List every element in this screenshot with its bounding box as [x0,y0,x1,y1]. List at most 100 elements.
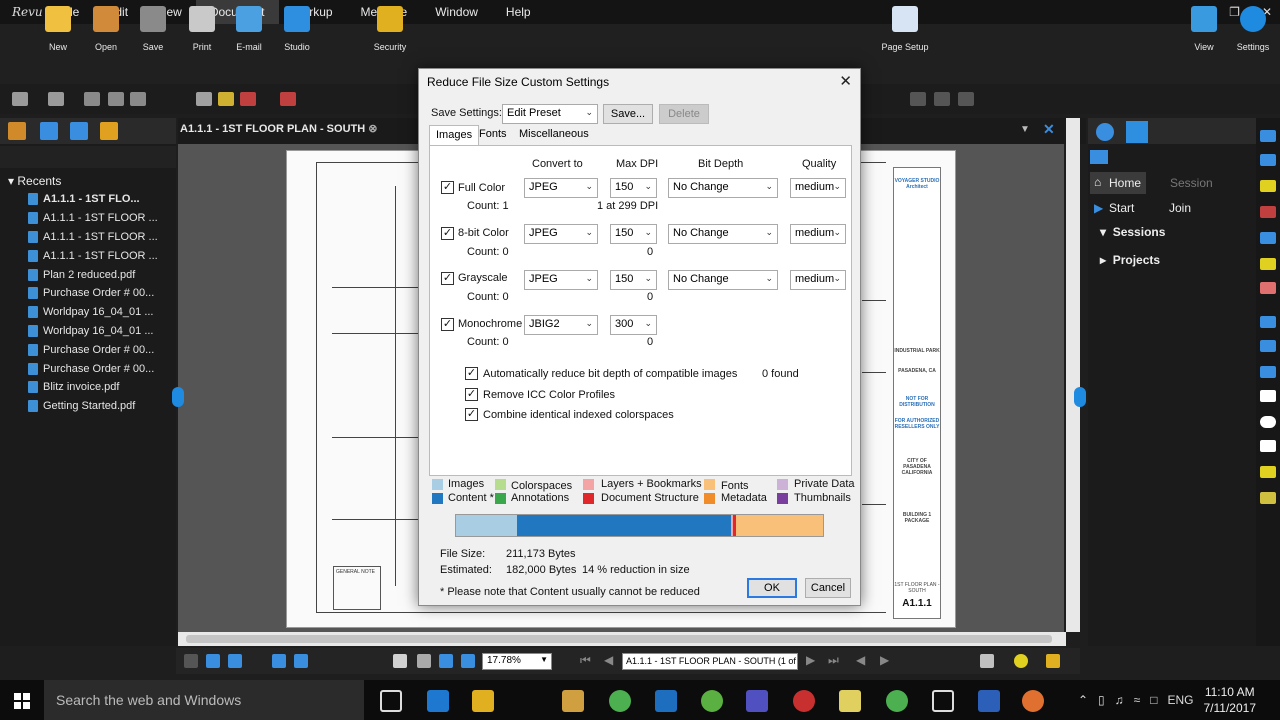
grayscale-convert-select[interactable]: JPEG ⌄ [524,270,598,290]
list-item[interactable]: Plan 2 reduced.pdf [28,265,176,284]
edge-icon[interactable] [427,690,449,712]
list-item[interactable]: A1.1.1 - 1ST FLO... [28,190,176,209]
first-page-icon[interactable]: ⏮ [580,653,591,668]
studio-icon[interactable] [1126,121,1148,143]
list-item[interactable]: Purchase Order # 00... [28,340,176,359]
full-color-dpi-select[interactable]: 150 ⌄ [610,178,657,198]
cancel-button[interactable]: Cancel [805,578,851,598]
outlook-icon[interactable] [655,690,677,712]
insert-page-icon[interactable] [196,92,212,106]
pen-icon[interactable] [40,122,58,140]
close-icon[interactable]: ✕ [839,72,852,90]
ok-button[interactable]: OK [747,578,797,598]
polygon-icon[interactable] [1260,440,1276,452]
list-item[interactable]: Worldpay 16_04_01 ... [28,322,176,341]
scrollbar-thumb[interactable] [186,635,1052,643]
volume-icon[interactable]: ♫ [1115,693,1124,707]
previous-page-icon[interactable]: ◀ [604,653,613,667]
list-item[interactable]: A1.1.1 - 1ST FLOOR ... [28,209,176,228]
rectangle-icon[interactable] [1260,390,1276,402]
app-icon[interactable] [932,690,954,712]
app-icon[interactable] [793,690,815,712]
media-player-icon[interactable] [562,690,584,712]
8bit-color-convert-select[interactable]: JPEG ⌄ [524,224,598,244]
vertical-scrollbar[interactable] [1066,118,1080,632]
highlighter-icon[interactable] [1260,258,1276,270]
stamp-icon[interactable] [1260,206,1276,218]
align-right-icon[interactable] [958,92,974,106]
chrome-icon[interactable] [886,690,908,712]
tab-miscellaneous[interactable]: Miscellaneous [513,125,595,145]
menu-help[interactable]: Help [492,0,545,24]
delete-preset-button[interactable]: Delete [659,104,709,124]
8bit-color-checkbox[interactable]: ✓ [441,227,454,240]
file-access-icon[interactable] [8,122,26,140]
remove-icc-checkbox[interactable]: ✓ [465,388,478,401]
eraser-icon[interactable] [1260,282,1276,294]
save-preset-button[interactable]: Save... [603,104,653,124]
page-setup-button[interactable]: Page Setup [880,6,930,52]
tab-fonts[interactable]: Fonts [473,125,513,145]
last-page-icon[interactable]: ⏭ [828,653,839,668]
tab-images[interactable]: Images [429,125,480,146]
list-item[interactable]: Worldpay 16_04_01 ... [28,303,176,322]
thumbnails-icon[interactable] [70,122,88,140]
lock-icon[interactable] [1046,654,1060,668]
gear-icon[interactable] [1096,123,1114,141]
file-explorer-icon[interactable] [472,690,494,712]
list-item[interactable]: A1.1.1 - 1ST FLOOR ... [28,228,176,247]
typewriter-icon[interactable] [1260,154,1276,166]
left-panel-toggle[interactable] [172,387,184,407]
start-button[interactable]: Start [1109,201,1134,215]
notification-icon[interactable]: □ [1150,693,1157,707]
bookmarks-icon[interactable] [100,122,118,140]
zoom-field[interactable]: 17.78% ▼ [482,653,552,670]
folder-icon[interactable] [839,690,861,712]
print-button[interactable]: Print [179,6,225,52]
reduce-bit-depth-checkbox[interactable]: ✓ [465,367,478,380]
stamp-icon[interactable] [218,92,234,106]
full-color-quality-select[interactable]: medium ⌄ [790,178,846,198]
zoom-icon[interactable] [439,654,453,668]
revu-taskbar-icon[interactable] [701,690,723,712]
new-button[interactable]: New [35,6,81,52]
cut-icon[interactable] [84,92,100,106]
monochrome-checkbox[interactable]: ✓ [441,318,454,331]
full-color-checkbox[interactable]: ✓ [441,181,454,194]
8bit-color-dpi-select[interactable]: 150 ⌄ [610,224,657,244]
taskbar-search[interactable]: Search the web and Windows [44,680,364,720]
settings-button[interactable]: Settings [1230,6,1276,52]
polyline-icon[interactable] [1260,366,1276,378]
recents-header[interactable]: ▾ Recents [8,174,61,188]
view-button[interactable]: View [1181,6,1227,52]
tab-list-icon[interactable]: ▼ [1020,124,1030,135]
markup-icon[interactable] [280,92,296,106]
chrome-icon[interactable] [609,690,631,712]
close-tab-icon[interactable]: ⊗ [368,123,377,135]
continuous-icon[interactable] [294,654,308,668]
task-view-icon[interactable] [380,690,402,712]
grayscale-checkbox[interactable]: ✓ [441,272,454,285]
split-icon[interactable] [184,654,198,668]
full-color-bit-depth-select[interactable]: No Change ⌄ [668,178,778,198]
align-left-icon[interactable] [910,92,926,106]
forward-icon[interactable]: ▶ [880,653,889,667]
sessions-section[interactable]: ▾ Sessions [1100,225,1165,239]
download-icon[interactable] [228,654,242,668]
ellipse-icon[interactable] [1260,416,1276,428]
open-button[interactable]: Open [83,6,129,52]
list-item[interactable]: Getting Started.pdf [28,397,176,416]
8bit-color-bit-depth-select[interactable]: No Change ⌄ [668,224,778,244]
monochrome-convert-select[interactable]: JBIG2 ⌄ [524,315,598,335]
text-icon[interactable] [1260,130,1276,142]
undo-icon[interactable] [12,92,28,106]
tools-icon[interactable] [1090,150,1108,164]
list-item[interactable]: Purchase Order # 00... [28,284,176,303]
list-item[interactable]: A1.1.1 - 1ST FLOOR ... [28,246,176,265]
chevron-up-icon[interactable]: ⌃ [1078,693,1088,707]
battery-icon[interactable]: ▯ [1098,693,1105,707]
redo-icon[interactable] [48,92,64,106]
next-page-icon[interactable]: ▶ [806,653,815,667]
grayscale-quality-select[interactable]: medium ⌄ [790,270,846,290]
align-center-icon[interactable] [934,92,950,106]
